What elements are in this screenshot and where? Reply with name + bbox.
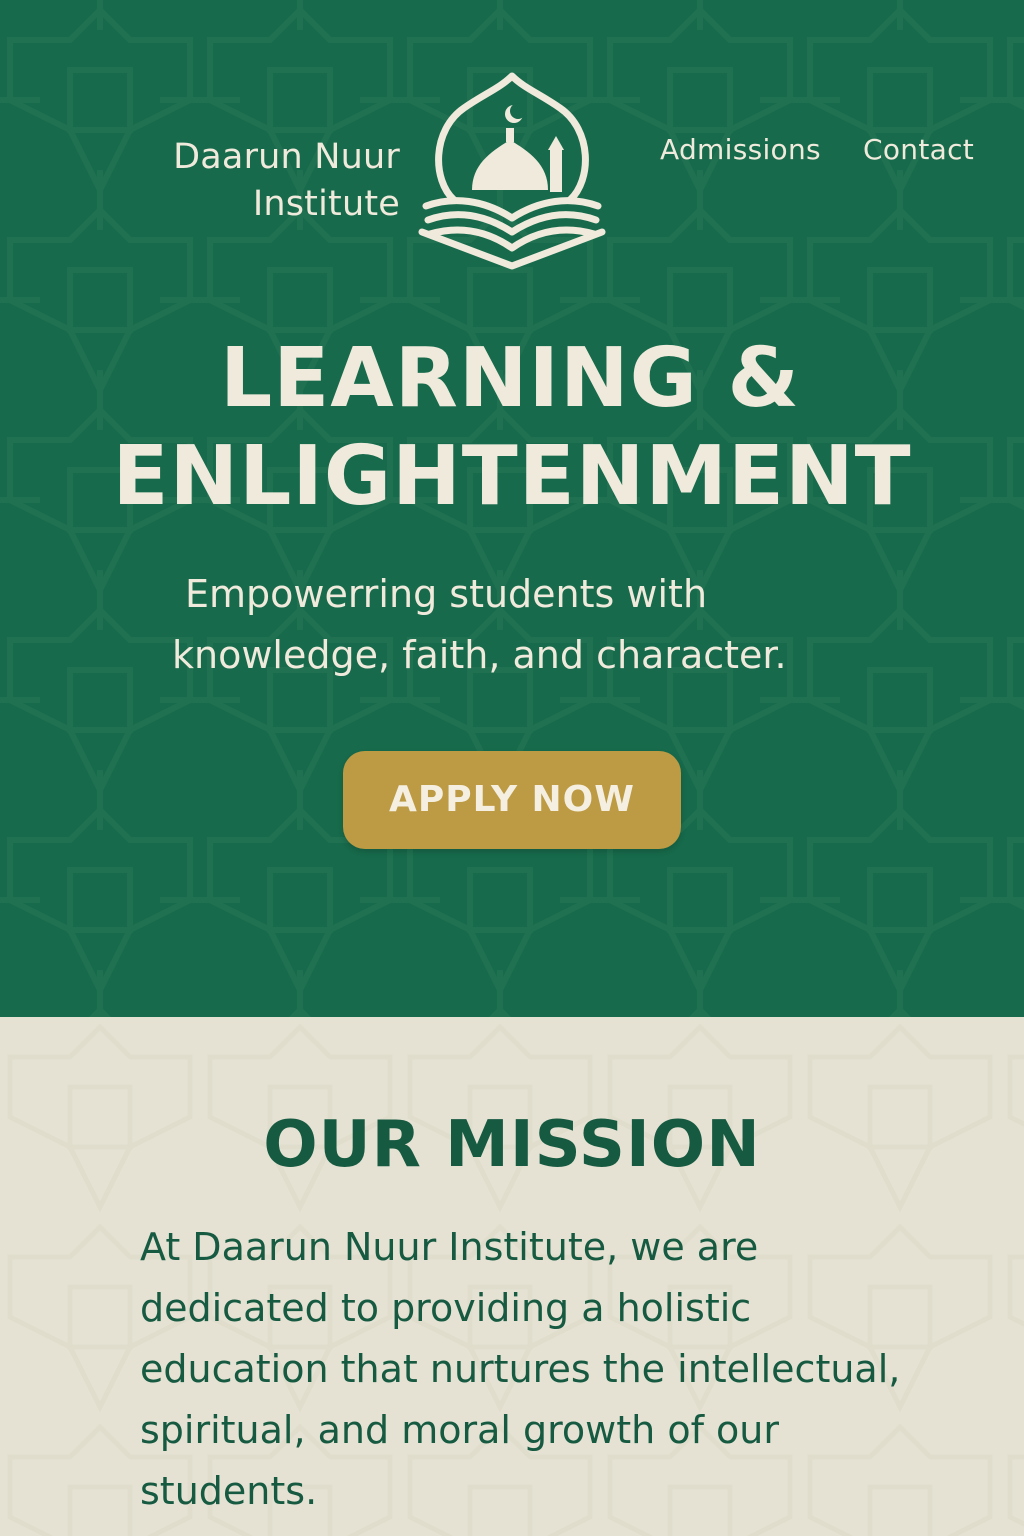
mission-text-line: At Daarun Nuur Institute, we are xyxy=(140,1225,759,1269)
brand-name-line-2: Institute xyxy=(252,184,400,224)
hero-title-line-2: ENLIGHTENMENT xyxy=(112,429,912,524)
hero-subtitle-line-2: knowledge, faith, and character. xyxy=(172,633,787,677)
mission-text-line: education that nurtures the intellectual… xyxy=(140,1347,901,1391)
mission-title: OUR MISSION xyxy=(263,1108,761,1182)
main-nav: Admissions Contact xyxy=(640,130,1000,170)
hero-subtitle: Empowerring students with knowledge, fai… xyxy=(0,564,1024,686)
nav-link-admissions[interactable]: Admissions xyxy=(660,130,821,170)
brand-name-line-1: Daarun Nuur xyxy=(173,137,400,177)
nav-link-contact[interactable]: Contact xyxy=(863,130,974,170)
hero-subtitle-line-1: Empowerring students with xyxy=(185,572,708,616)
hero-title-line-1: LEARNING & xyxy=(220,331,800,426)
mission-section: OUR MISSION At Daarun Nuur Institute, we… xyxy=(0,1017,1024,1536)
mission-text: At Daarun Nuur Institute, we are dedicat… xyxy=(140,1217,960,1522)
hero-title: LEARNING & ENLIGHTENMENT xyxy=(0,330,1024,526)
mosque-book-logo-icon[interactable] xyxy=(414,70,610,270)
brand-name[interactable]: Daarun Nuur Institute xyxy=(110,134,400,228)
hero-section: Daarun Nuur Institute Admissions Contact… xyxy=(0,0,1024,1017)
apply-now-button[interactable]: APPLY NOW xyxy=(343,751,681,849)
mission-text-line: spiritual, and moral growth of our xyxy=(140,1408,779,1452)
mission-text-line: dedicated to providing a holistic xyxy=(140,1286,752,1330)
mission-text-line: students. xyxy=(140,1469,318,1513)
